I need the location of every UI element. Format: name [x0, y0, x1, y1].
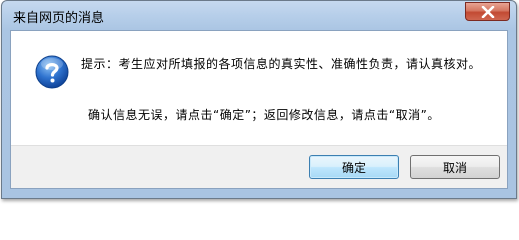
dialog-window: 来自网页的消息 提示：考生应对所填报的各项信息的真实性、准确性负责，请认真核对。…: [1, 0, 517, 199]
dialog-footer: 确定 取消: [11, 145, 507, 188]
cancel-button[interactable]: 取消: [410, 155, 500, 179]
dialog-body: 提示：考生应对所填报的各项信息的真实性、准确性负责，请认真核对。 确认信息无误，…: [10, 30, 508, 189]
dialog-title: 来自网页的消息: [13, 11, 105, 26]
message-text: 提示：考生应对所填报的各项信息的真实性、准确性负责，请认真核对。: [81, 57, 482, 71]
question-icon: [35, 55, 69, 89]
message-instruction: 确认信息无误，请点击“确定”；返回修改信息，请点击“取消”。: [88, 108, 440, 122]
close-button[interactable]: [465, 2, 510, 21]
close-icon: [481, 5, 494, 18]
ok-button[interactable]: 确定: [309, 155, 399, 179]
